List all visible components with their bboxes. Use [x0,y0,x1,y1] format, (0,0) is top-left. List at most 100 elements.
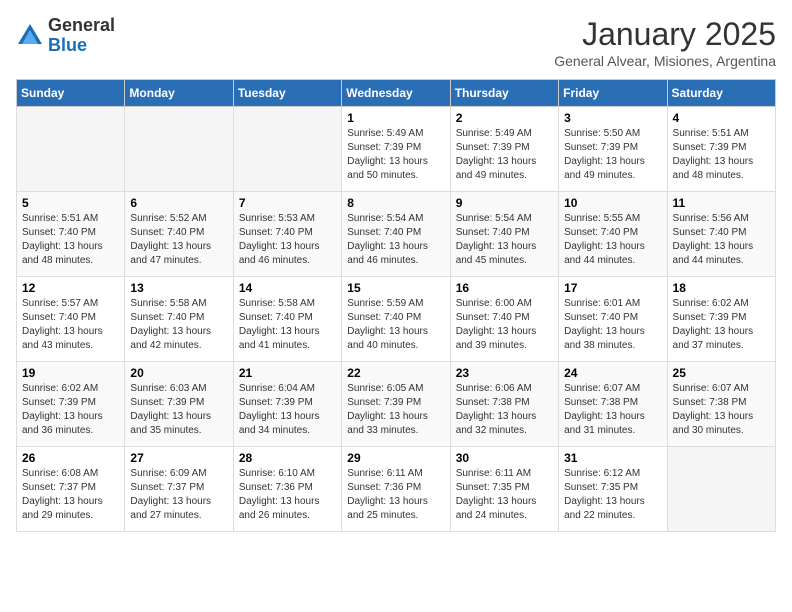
day-number: 28 [239,451,336,465]
day-info: Sunrise: 6:07 AM Sunset: 7:38 PM Dayligh… [673,382,770,438]
header-thursday: Thursday [450,80,558,107]
calendar-cell [17,107,125,192]
day-number: 25 [673,366,770,380]
week-row-1: 1Sunrise: 5:49 AM Sunset: 7:39 PM Daylig… [17,107,776,192]
header-friday: Friday [559,80,667,107]
day-number: 14 [239,281,336,295]
location-subtitle: General Alvear, Misiones, Argentina [554,53,776,69]
logo-general: General [48,16,115,36]
day-info: Sunrise: 6:00 AM Sunset: 7:40 PM Dayligh… [456,297,553,353]
page-header: General Blue January 2025 General Alvear… [16,16,776,69]
calendar-table: SundayMondayTuesdayWednesdayThursdayFrid… [16,79,776,532]
calendar-cell: 6 Sunrise: 5:52 AM Sunset: 7:40 PM Daylig… [125,192,233,277]
title-block: January 2025 General Alvear, Misiones, A… [554,16,776,69]
day-info: Sunrise: 6:02 AM Sunset: 7:39 PM Dayligh… [22,382,119,438]
day-info: Sunrise: 5:53 AM Sunset: 7:40 PM Dayligh… [239,212,336,268]
calendar-cell: 16Sunrise: 6:00 AM Sunset: 7:40 PM Dayli… [450,277,558,362]
calendar-cell: 30Sunrise: 6:11 AM Sunset: 7:35 PM Dayli… [450,447,558,532]
day-info: Sunrise: 5:58 AM Sunset: 7:40 PM Dayligh… [130,297,227,353]
calendar-cell: 11 Sunrise: 5:56 AM Sunset: 7:40 PM Dayli… [667,192,775,277]
calendar-cell: 31 Sunrise: 6:12 AM Sunset: 7:35 PM Dayli… [559,447,667,532]
day-number: 27 [130,451,227,465]
header-sunday: Sunday [17,80,125,107]
day-number: 29 [347,451,444,465]
calendar-cell: 28Sunrise: 6:10 AM Sunset: 7:36 PM Dayli… [233,447,341,532]
day-number: 22 [347,366,444,380]
day-info: Sunrise: 5:50 AM Sunset: 7:39 PM Dayligh… [564,127,661,183]
calendar-cell: 20 Sunrise: 6:03 AM Sunset: 7:39 PM Dayli… [125,362,233,447]
day-info: Sunrise: 6:11 AM Sunset: 7:36 PM Dayligh… [347,467,444,523]
calendar-cell: 18 Sunrise: 6:02 AM Sunset: 7:39 PM Dayli… [667,277,775,362]
day-number: 31 [564,451,661,465]
logo-icon [16,22,44,50]
calendar-cell: 12Sunrise: 5:57 AM Sunset: 7:40 PM Dayli… [17,277,125,362]
day-info: Sunrise: 5:52 AM Sunset: 7:40 PM Dayligh… [130,212,227,268]
day-number: 19 [22,366,119,380]
logo-text: General Blue [48,16,115,56]
calendar-cell: 15 Sunrise: 5:59 AM Sunset: 7:40 PM Dayli… [342,277,450,362]
month-title: January 2025 [554,16,776,53]
day-number: 2 [456,111,553,125]
week-row-5: 26 Sunrise: 6:08 AM Sunset: 7:37 PM Dayli… [17,447,776,532]
day-number: 15 [347,281,444,295]
day-number: 20 [130,366,227,380]
header-saturday: Saturday [667,80,775,107]
day-number: 10 [564,196,661,210]
calendar-cell: 17 Sunrise: 6:01 AM Sunset: 7:40 PM Dayli… [559,277,667,362]
day-number: 26 [22,451,119,465]
calendar-cell: 8 Sunrise: 5:54 AM Sunset: 7:40 PM Daylig… [342,192,450,277]
calendar-cell [233,107,341,192]
day-info: Sunrise: 5:55 AM Sunset: 7:40 PM Dayligh… [564,212,661,268]
calendar-cell: 27Sunrise: 6:09 AM Sunset: 7:37 PM Dayli… [125,447,233,532]
calendar-cell: 23 Sunrise: 6:06 AM Sunset: 7:38 PM Dayli… [450,362,558,447]
day-info: Sunrise: 6:02 AM Sunset: 7:39 PM Dayligh… [673,297,770,353]
day-info: Sunrise: 6:04 AM Sunset: 7:39 PM Dayligh… [239,382,336,438]
day-info: Sunrise: 5:59 AM Sunset: 7:40 PM Dayligh… [347,297,444,353]
day-info: Sunrise: 6:06 AM Sunset: 7:38 PM Dayligh… [456,382,553,438]
calendar-cell: 14 Sunrise: 5:58 AM Sunset: 7:40 PM Dayli… [233,277,341,362]
day-info: Sunrise: 6:05 AM Sunset: 7:39 PM Dayligh… [347,382,444,438]
day-number: 13 [130,281,227,295]
day-info: Sunrise: 6:01 AM Sunset: 7:40 PM Dayligh… [564,297,661,353]
calendar-cell: 13 Sunrise: 5:58 AM Sunset: 7:40 PM Dayli… [125,277,233,362]
day-number: 5 [22,196,119,210]
day-info: Sunrise: 6:08 AM Sunset: 7:37 PM Dayligh… [22,467,119,523]
day-number: 23 [456,366,553,380]
calendar-cell: 1Sunrise: 5:49 AM Sunset: 7:39 PM Daylig… [342,107,450,192]
day-number: 17 [564,281,661,295]
calendar-cell: 21Sunrise: 6:04 AM Sunset: 7:39 PM Dayli… [233,362,341,447]
day-info: Sunrise: 5:51 AM Sunset: 7:39 PM Dayligh… [673,127,770,183]
calendar-cell: 7Sunrise: 5:53 AM Sunset: 7:40 PM Daylig… [233,192,341,277]
day-number: 9 [456,196,553,210]
header-monday: Monday [125,80,233,107]
day-info: Sunrise: 6:03 AM Sunset: 7:39 PM Dayligh… [130,382,227,438]
calendar-cell: 3 Sunrise: 5:50 AM Sunset: 7:39 PM Daylig… [559,107,667,192]
day-info: Sunrise: 5:57 AM Sunset: 7:40 PM Dayligh… [22,297,119,353]
logo-blue: Blue [48,36,115,56]
calendar-cell: 19 Sunrise: 6:02 AM Sunset: 7:39 PM Dayli… [17,362,125,447]
day-number: 30 [456,451,553,465]
day-number: 18 [673,281,770,295]
logo: General Blue [16,16,115,56]
calendar-cell: 24Sunrise: 6:07 AM Sunset: 7:38 PM Dayli… [559,362,667,447]
calendar-cell [667,447,775,532]
day-info: Sunrise: 5:54 AM Sunset: 7:40 PM Dayligh… [347,212,444,268]
day-number: 11 [673,196,770,210]
day-info: Sunrise: 5:49 AM Sunset: 7:39 PM Dayligh… [456,127,553,183]
day-number: 4 [673,111,770,125]
day-info: Sunrise: 5:56 AM Sunset: 7:40 PM Dayligh… [673,212,770,268]
header-tuesday: Tuesday [233,80,341,107]
day-info: Sunrise: 5:58 AM Sunset: 7:40 PM Dayligh… [239,297,336,353]
day-number: 8 [347,196,444,210]
week-row-3: 12Sunrise: 5:57 AM Sunset: 7:40 PM Dayli… [17,277,776,362]
day-number: 6 [130,196,227,210]
calendar-cell: 9Sunrise: 5:54 AM Sunset: 7:40 PM Daylig… [450,192,558,277]
day-number: 3 [564,111,661,125]
week-row-4: 19 Sunrise: 6:02 AM Sunset: 7:39 PM Dayli… [17,362,776,447]
calendar-cell: 29 Sunrise: 6:11 AM Sunset: 7:36 PM Dayli… [342,447,450,532]
calendar-cell [125,107,233,192]
day-info: Sunrise: 6:12 AM Sunset: 7:35 PM Dayligh… [564,467,661,523]
day-info: Sunrise: 5:51 AM Sunset: 7:40 PM Dayligh… [22,212,119,268]
calendar-cell: 5 Sunrise: 5:51 AM Sunset: 7:40 PM Daylig… [17,192,125,277]
week-row-2: 5 Sunrise: 5:51 AM Sunset: 7:40 PM Daylig… [17,192,776,277]
